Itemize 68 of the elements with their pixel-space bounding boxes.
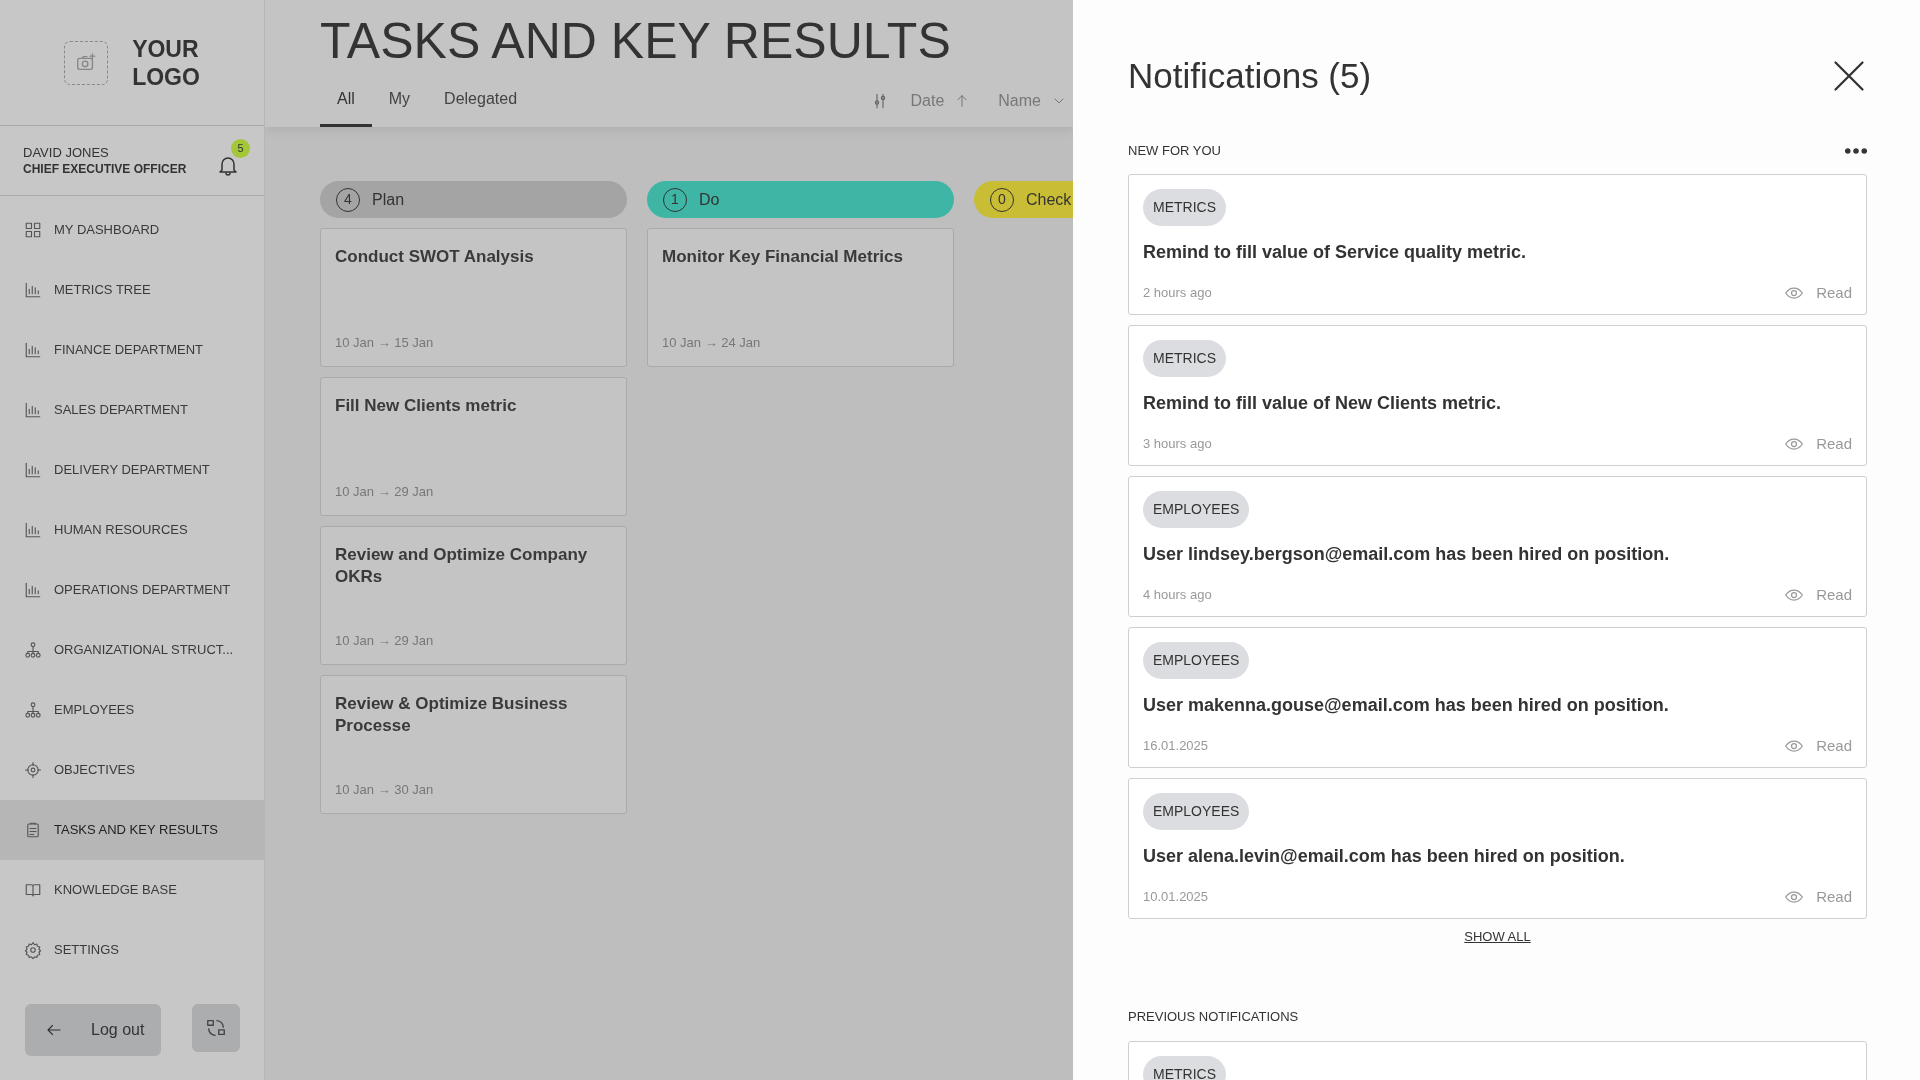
bar-chart-icon [24, 401, 42, 419]
crosshair-icon [24, 761, 42, 779]
logout-button[interactable]: Log out [25, 1004, 161, 1056]
bar-chart-icon [24, 341, 42, 359]
notification-message: Remind to fill value of Service quality metric. [1143, 241, 1528, 264]
notification-time: 2 hours ago [1143, 284, 1212, 302]
close-icon [1831, 58, 1867, 94]
notification-time: 4 hours ago [1143, 586, 1212, 604]
category-tag: EMPLOYEES [1143, 491, 1250, 528]
notification-time: 10.01.2025 [1143, 888, 1209, 906]
column-title: Check [1026, 189, 1072, 210]
sidebar-item[interactable]: TASKS AND KEY RESULTS [0, 800, 264, 860]
bar-chart-icon [24, 281, 42, 299]
notification-message: Remind to fill value of New Clients metric. [1143, 392, 1503, 415]
bar-chart-icon [24, 521, 42, 539]
close-button[interactable] [1831, 58, 1867, 94]
task-card[interactable]: Review and Optimize Company OKRs 10 Jan → 29 Jan [320, 526, 627, 665]
task-title: Fill New Clients metric [335, 395, 518, 417]
user-role: CHIEF EXECUTIVE OFFICER [23, 160, 187, 177]
task-title: Monitor Key Financial Metrics [662, 246, 904, 268]
tab[interactable]: All [320, 74, 372, 127]
page-title: TASKS AND KEY RESULTS [320, 12, 952, 71]
category-tag: METRICS [1143, 189, 1226, 226]
book-icon [24, 881, 42, 899]
panel-title: Notifications (5) [1128, 54, 1372, 97]
task-title: Review & Optimize Business Processe [335, 693, 569, 737]
notification-message: User makenna.gouse@email.com has been hired on position. [1143, 694, 1670, 717]
task-title: Conduct SWOT Analysis [335, 246, 535, 268]
notification-message: User alena.levin@email.com has been hired on position. [1143, 845, 1626, 868]
more-button[interactable] [1845, 147, 1867, 155]
logo-text: LOGO [132, 62, 200, 91]
category-tag: EMPLOYEES [1143, 793, 1250, 830]
logo-text: YOUR [132, 34, 200, 63]
switch-device-button[interactable] [192, 1004, 240, 1052]
task-dates: 10 Jan → 29 Jan [335, 631, 435, 650]
task-card[interactable]: Fill New Clients metric 10 Jan → 29 Jan [320, 377, 627, 516]
tab[interactable]: Delegated [427, 74, 535, 127]
task-card[interactable]: Review & Optimize Business Processe 10 Jan → 30 Jan [320, 675, 627, 814]
user-name: DAVID JONES [23, 144, 110, 161]
task-dates: 10 Jan → 30 Jan [335, 780, 435, 799]
category-tag: METRICS [1143, 340, 1226, 377]
column-title: Plan [372, 189, 405, 210]
gear-icon [24, 941, 42, 959]
section-heading: PREVIOUS NOTIFICATIONS [1128, 1007, 1300, 1026]
notification-count-badge: 5 [231, 138, 250, 158]
bar-chart-icon [24, 581, 42, 599]
hierarchy-icon [24, 701, 42, 719]
section-heading: NEW FOR YOU [1128, 142, 1221, 161]
task-dates: 10 Jan → 24 Jan [662, 333, 762, 352]
notification-message: User lindsey.bergson@email.com has been hired on position. [1143, 543, 1671, 566]
task-dates: 10 Jan → 29 Jan [335, 482, 435, 501]
devices-sync-icon [205, 1017, 227, 1039]
tab[interactable]: My [371, 74, 428, 127]
clipboard-icon [24, 821, 42, 839]
column-title: Do [699, 189, 720, 210]
show-all-link[interactable]: SHOW ALL [1464, 927, 1531, 947]
grid-icon [24, 221, 42, 239]
more-dots-icon [1845, 147, 1867, 155]
task-title: Review and Optimize Company OKRs [335, 544, 589, 588]
category-tag: EMPLOYEES [1143, 642, 1250, 679]
notification-time: 3 hours ago [1143, 435, 1212, 453]
task-card[interactable]: Monitor Key Financial Metrics 10 Jan → 24 Jan [647, 228, 954, 367]
category-tag: METRICS [1143, 1056, 1226, 1080]
task-dates: 10 Jan → 15 Jan [335, 333, 435, 352]
task-card[interactable]: Conduct SWOT Analysis 10 Jan → 15 Jan [320, 228, 627, 367]
notification-time: 16.01.2025 [1143, 737, 1209, 755]
bar-chart-icon [24, 461, 42, 479]
hierarchy-icon [24, 641, 42, 659]
